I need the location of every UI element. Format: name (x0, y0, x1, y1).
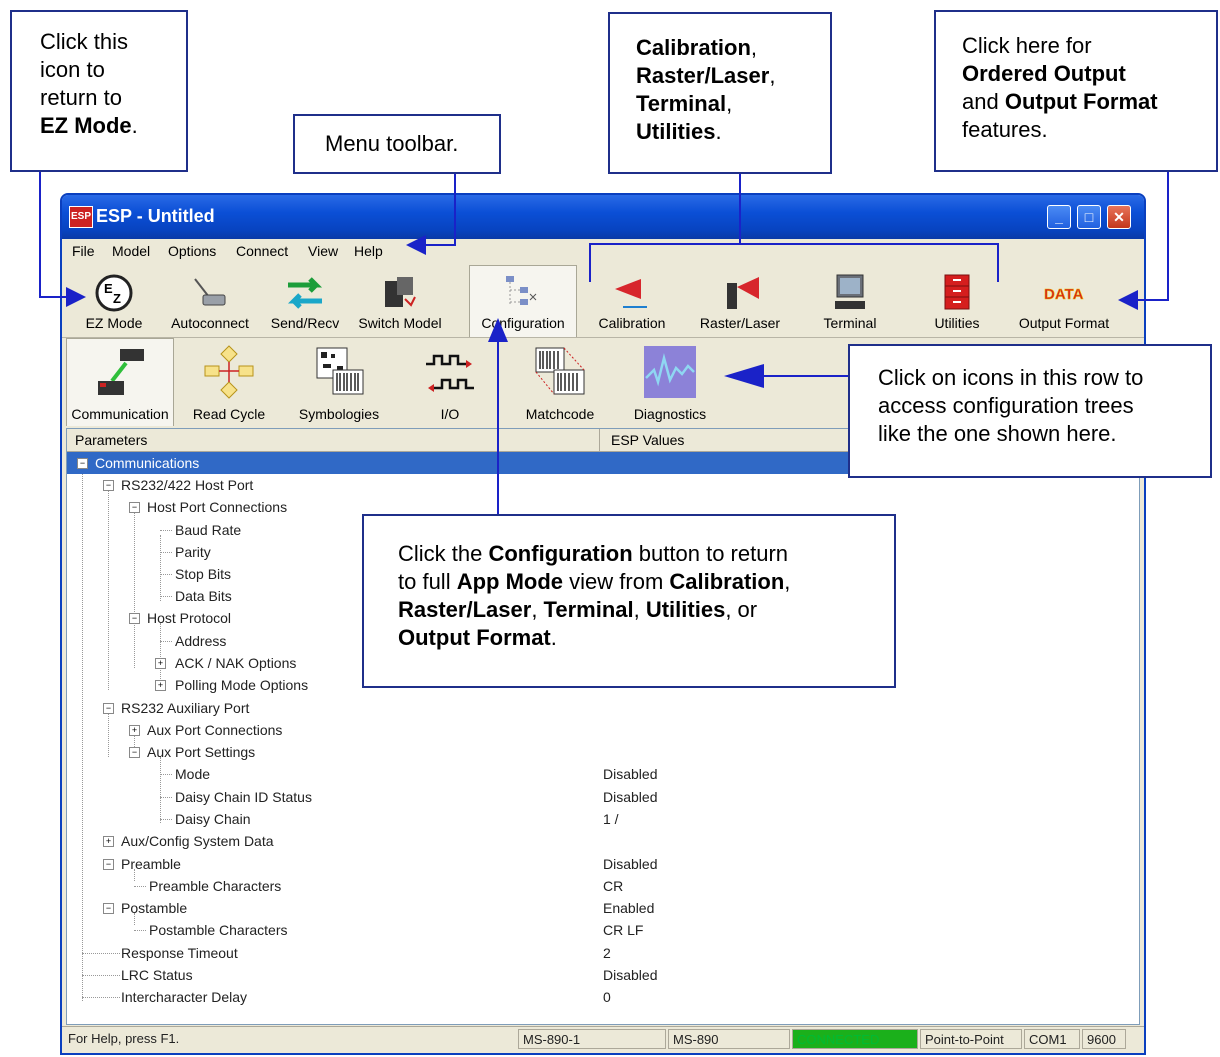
tree-row[interactable]: LRC Status Disabled (67, 964, 1139, 986)
tab-communication[interactable]: Communication (66, 338, 174, 426)
svg-text:DATA: DATA (1044, 286, 1084, 303)
tree-row[interactable]: − RS232 Auxiliary Port (67, 697, 1139, 719)
status-protocol: Point-to-Point (920, 1029, 1022, 1049)
title-bar: ESP ESP - Untitled _ □ ✕ (62, 195, 1144, 239)
tab-read-cycle[interactable]: Read Cycle (178, 338, 280, 426)
maximize-button[interactable]: □ (1077, 205, 1101, 229)
ez-mode-icon: E Z (95, 274, 133, 312)
menu-model[interactable]: Model (112, 243, 150, 259)
status-bar: For Help, press F1. MS-890-1 MS-890 CONN… (62, 1026, 1144, 1053)
main-toolbar: E Z EZ Mode Autoconnect Send/Recv Switch… (62, 265, 1144, 338)
menu-view[interactable]: View (308, 243, 338, 259)
autoconnect-button[interactable]: Autoconnect (162, 265, 258, 337)
ez-mode-callout: Click this icon to return to EZ Mode. (10, 10, 188, 172)
tree-row[interactable]: + Aux Port Connections (67, 719, 1139, 741)
calibration-callout: Calibration, Raster/Laser, Terminal, Uti… (608, 12, 832, 174)
tree-row[interactable]: + Aux/Config System Data (67, 830, 1139, 852)
data-output-icon: DATA (1044, 286, 1084, 304)
matchcode-barcode-icon (535, 347, 585, 395)
symbologies-barcode-icon (316, 347, 364, 395)
utilities-button[interactable]: Utilities (914, 265, 1000, 337)
close-button[interactable]: ✕ (1107, 205, 1131, 229)
status-port: COM1 (1024, 1029, 1080, 1049)
calibration-button[interactable]: Calibration (584, 265, 680, 337)
menu-toolbar-callout: Menu toolbar. (293, 114, 501, 174)
read-cycle-flowchart-icon (204, 345, 254, 399)
menu-options[interactable]: Options (168, 243, 216, 259)
icons-row-callout: Click on icons in this row to access con… (848, 344, 1212, 478)
terminal-monitor-icon (835, 274, 865, 309)
status-baud: 9600 (1082, 1029, 1126, 1049)
status-model-name: MS-890-1 (518, 1029, 666, 1049)
svg-text:E: E (104, 281, 113, 296)
output-format-callout: Click here for Ordered Output and Output… (934, 10, 1218, 172)
configuration-button[interactable]: Configuration (469, 265, 577, 337)
parameters-column-header[interactable]: Parameters (75, 432, 147, 448)
menu-file[interactable]: File (72, 243, 95, 259)
ez-mode-button[interactable]: E Z EZ Mode (76, 265, 152, 337)
svg-text:Z: Z (113, 291, 121, 306)
status-connection: CONNECTED (792, 1029, 918, 1049)
tree-row[interactable]: Daisy Chain ID Status Disabled (67, 786, 1139, 808)
status-model-type: MS-890 (668, 1029, 790, 1049)
switch-model-button[interactable]: Switch Model (352, 265, 448, 337)
switch-model-icon (385, 277, 416, 307)
tree-row[interactable]: Response Timeout 2 (67, 942, 1139, 964)
diagnostics-waveform-icon (644, 346, 696, 398)
menu-bar: File Model Options Connect View Help (62, 239, 1144, 265)
tree-row[interactable]: Preamble Characters CR (67, 875, 1139, 897)
raster-laser-icon (727, 277, 759, 309)
minimize-button[interactable]: _ (1047, 205, 1071, 229)
tree-row[interactable]: − Aux Port Settings (67, 741, 1139, 763)
tree-row[interactable]: − Postamble Enabled (67, 897, 1139, 919)
tab-symbologies[interactable]: Symbologies (286, 338, 392, 426)
esp-values-column-header[interactable]: ESP Values (611, 432, 684, 448)
configuration-callout: Click the Configuration button to return… (362, 514, 896, 688)
tab-diagnostics[interactable]: Diagnostics (618, 338, 722, 426)
column-divider[interactable] (599, 429, 600, 451)
tree-row[interactable]: Postamble Characters CR LF (67, 919, 1139, 941)
tab-io[interactable]: I/O (398, 338, 502, 426)
status-help-text: For Help, press F1. (68, 1031, 180, 1046)
esp-app-icon: ESP (69, 206, 93, 228)
tree-row[interactable]: Intercharacter Delay 0 (67, 986, 1139, 1008)
io-pulse-icon (426, 354, 474, 392)
send-recv-button[interactable]: Send/Recv (266, 265, 344, 337)
serial-cable-icon (194, 278, 226, 306)
calibration-laser-icon (615, 279, 647, 308)
tree-row[interactable]: Daisy Chain 1 / (67, 808, 1139, 830)
tab-matchcode[interactable]: Matchcode (508, 338, 612, 426)
menu-help[interactable]: Help (354, 243, 383, 259)
tree-row[interactable]: Mode Disabled (67, 763, 1139, 785)
configuration-tree-icon (506, 276, 537, 305)
menu-connect[interactable]: Connect (236, 243, 288, 259)
utilities-cabinet-icon (944, 274, 970, 310)
window-title: ESP - Untitled (96, 206, 215, 226)
output-format-button[interactable]: DATA Output Format (1008, 265, 1120, 337)
send-recv-arrows-icon (287, 277, 323, 309)
raster-laser-button[interactable]: Raster/Laser (690, 265, 790, 337)
terminal-button[interactable]: Terminal (802, 265, 898, 337)
communication-icon (98, 349, 144, 395)
tree-row[interactable]: − Preamble Disabled (67, 853, 1139, 875)
